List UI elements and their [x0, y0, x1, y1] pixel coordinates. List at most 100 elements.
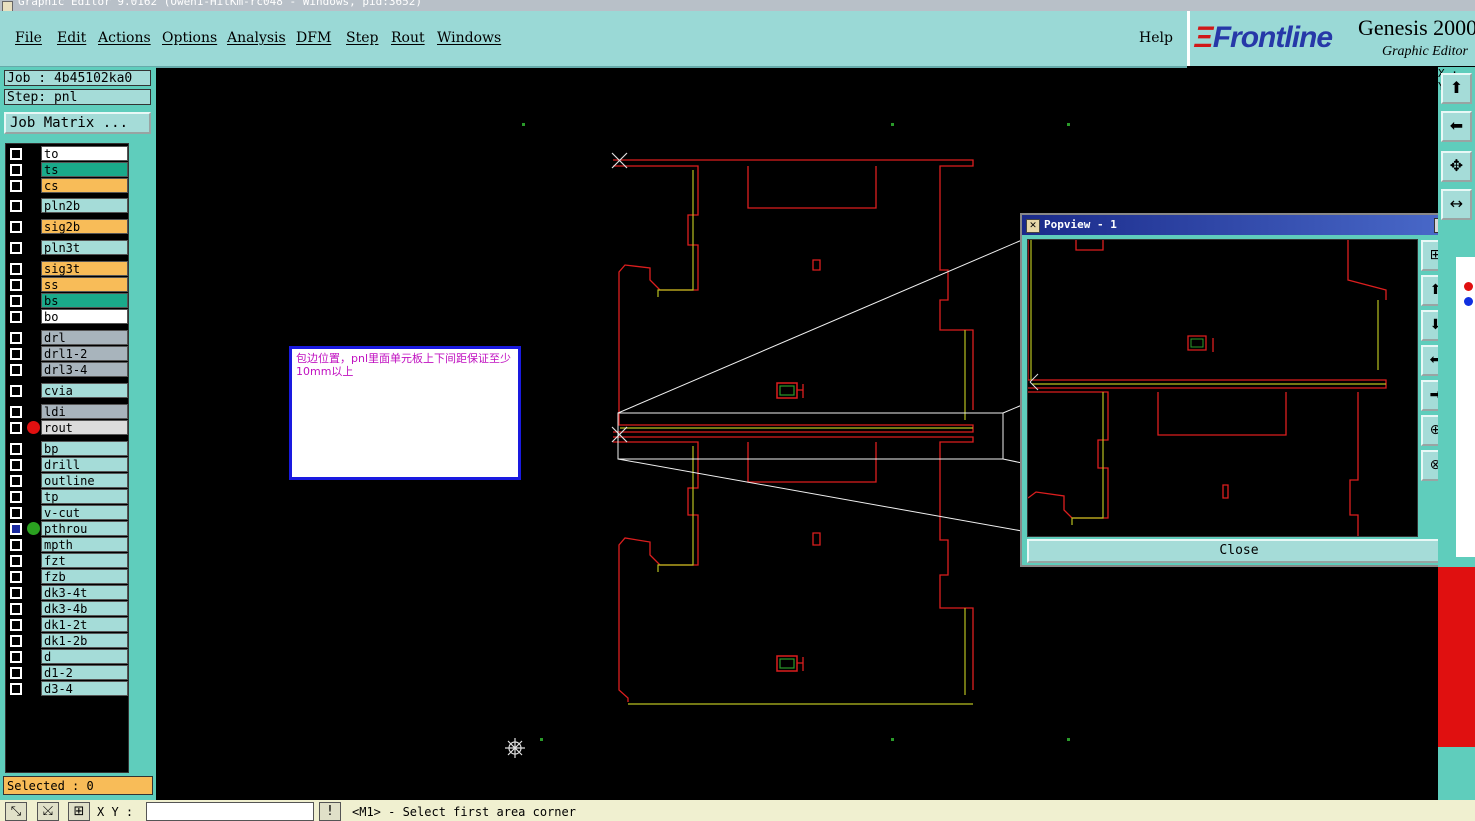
- layer-row[interactable]: dk3-4t: [6, 585, 128, 600]
- layer-row[interactable]: dk3-4b: [6, 601, 128, 616]
- menu-rout[interactable]: Rout: [391, 30, 425, 46]
- menu-step[interactable]: Step: [346, 30, 378, 46]
- layer-row[interactable]: d1-2: [6, 665, 128, 680]
- layer-checkbox[interactable]: [10, 422, 22, 434]
- cancel-select-icon[interactable]: ⤩: [37, 802, 59, 821]
- layer-name[interactable]: dk1-2b: [41, 633, 128, 648]
- layer-checkbox[interactable]: [10, 491, 22, 503]
- layer-checkbox[interactable]: [10, 242, 22, 254]
- layer-name[interactable]: ldi: [41, 404, 128, 419]
- layer-name[interactable]: drl1-2: [41, 346, 128, 361]
- layer-row[interactable]: fzb: [6, 569, 128, 584]
- layer-name[interactable]: rout: [41, 420, 128, 435]
- layer-name[interactable]: pln2b: [41, 198, 128, 213]
- popview-title-bar[interactable]: ✕ Popview - 1 ✕: [1022, 215, 1453, 235]
- layer-row[interactable]: ldi: [6, 404, 128, 419]
- layer-row[interactable]: cs: [6, 178, 128, 193]
- layer-row[interactable]: sig3t: [6, 261, 128, 276]
- layer-checkbox[interactable]: [10, 406, 22, 418]
- layer-name[interactable]: sig2b: [41, 219, 128, 234]
- job-matrix-button[interactable]: Job Matrix ...: [4, 112, 151, 134]
- layer-checkbox[interactable]: [10, 164, 22, 176]
- menu-edit[interactable]: Edit: [57, 30, 86, 46]
- menu-actions[interactable]: Actions: [98, 30, 151, 46]
- layer-row[interactable]: v-cut: [6, 505, 128, 520]
- popview-close-button[interactable]: Close: [1027, 539, 1451, 563]
- layer-name[interactable]: dk3-4b: [41, 601, 128, 616]
- menu-windows[interactable]: Windows: [437, 30, 501, 46]
- layer-row[interactable]: tp: [6, 489, 128, 504]
- layer-checkbox[interactable]: [10, 635, 22, 647]
- menu-file[interactable]: File: [15, 30, 42, 46]
- layer-checkbox[interactable]: [10, 459, 22, 471]
- layer-checkbox[interactable]: [10, 667, 22, 679]
- layer-checkbox[interactable]: [10, 523, 22, 535]
- layer-checkbox[interactable]: [10, 385, 22, 397]
- layer-name[interactable]: cvia: [41, 383, 128, 398]
- layer-row[interactable]: ts: [6, 162, 128, 177]
- zoom-home-icon[interactable]: ✥: [1441, 151, 1472, 182]
- layer-checkbox[interactable]: [10, 539, 22, 551]
- layer-row[interactable]: bo: [6, 309, 128, 324]
- layer-row[interactable]: d: [6, 649, 128, 664]
- layer-row[interactable]: drl3-4: [6, 362, 128, 377]
- blue-dot-icon[interactable]: [1464, 297, 1473, 306]
- layer-row[interactable]: sig2b: [6, 219, 128, 234]
- layer-row[interactable]: ss: [6, 277, 128, 292]
- layer-checkbox[interactable]: [10, 200, 22, 212]
- layer-name[interactable]: d: [41, 649, 128, 664]
- layer-checkbox[interactable]: [10, 571, 22, 583]
- layer-row[interactable]: to: [6, 146, 128, 161]
- layer-name[interactable]: to: [41, 146, 128, 161]
- menu-help[interactable]: Help: [1139, 30, 1173, 46]
- layer-row[interactable]: bs: [6, 293, 128, 308]
- menu-dfm[interactable]: DFM: [296, 30, 331, 46]
- layer-checkbox[interactable]: [10, 263, 22, 275]
- layer-row[interactable]: drl: [6, 330, 128, 345]
- grid-icon[interactable]: ⊞: [68, 802, 90, 821]
- layer-row[interactable]: bp: [6, 441, 128, 456]
- layer-name[interactable]: dk1-2t: [41, 617, 128, 632]
- warning-button[interactable]: !: [319, 802, 341, 821]
- pan-up-icon[interactable]: ⬆: [1441, 73, 1472, 104]
- layer-name[interactable]: v-cut: [41, 505, 128, 520]
- layer-checkbox[interactable]: [10, 619, 22, 631]
- layer-name[interactable]: pln3t: [41, 240, 128, 255]
- layer-checkbox[interactable]: [10, 311, 22, 323]
- layer-name[interactable]: mpth: [41, 537, 128, 552]
- layer-name[interactable]: sig3t: [41, 261, 128, 276]
- pan-left-icon[interactable]: ⬅: [1441, 111, 1472, 142]
- layer-row[interactable]: drill: [6, 457, 128, 472]
- layer-checkbox[interactable]: [10, 148, 22, 160]
- menu-options[interactable]: Options: [162, 30, 217, 46]
- select-arrow-icon[interactable]: ⤡: [5, 802, 27, 821]
- layer-checkbox[interactable]: [10, 603, 22, 615]
- layer-checkbox[interactable]: [10, 507, 22, 519]
- layer-name[interactable]: d3-4: [41, 681, 128, 696]
- layer-row[interactable]: cvia: [6, 383, 128, 398]
- layer-checkbox[interactable]: [10, 221, 22, 233]
- layer-checkbox[interactable]: [10, 279, 22, 291]
- layer-row[interactable]: fzt: [6, 553, 128, 568]
- layer-checkbox[interactable]: [10, 475, 22, 487]
- red-dot-icon[interactable]: [1464, 282, 1473, 291]
- layer-checkbox[interactable]: [10, 332, 22, 344]
- layer-row[interactable]: dk1-2b: [6, 633, 128, 648]
- layer-row[interactable]: drl1-2: [6, 346, 128, 361]
- layer-checkbox[interactable]: [10, 651, 22, 663]
- menu-analysis[interactable]: Analysis: [227, 30, 286, 46]
- layer-row[interactable]: rout: [6, 420, 128, 435]
- layer-name[interactable]: d1-2: [41, 665, 128, 680]
- layer-name[interactable]: drl3-4: [41, 362, 128, 377]
- layer-name[interactable]: bs: [41, 293, 128, 308]
- layer-row[interactable]: pln3t: [6, 240, 128, 255]
- layer-display-dot-icon[interactable]: [27, 522, 40, 535]
- layer-name[interactable]: outline: [41, 473, 128, 488]
- layer-checkbox[interactable]: [10, 683, 22, 695]
- layer-name[interactable]: drill: [41, 457, 128, 472]
- layer-row[interactable]: dk1-2t: [6, 617, 128, 632]
- layer-name[interactable]: fzb: [41, 569, 128, 584]
- layer-name[interactable]: bo: [41, 309, 128, 324]
- layer-row[interactable]: mpth: [6, 537, 128, 552]
- layer-row[interactable]: pln2b: [6, 198, 128, 213]
